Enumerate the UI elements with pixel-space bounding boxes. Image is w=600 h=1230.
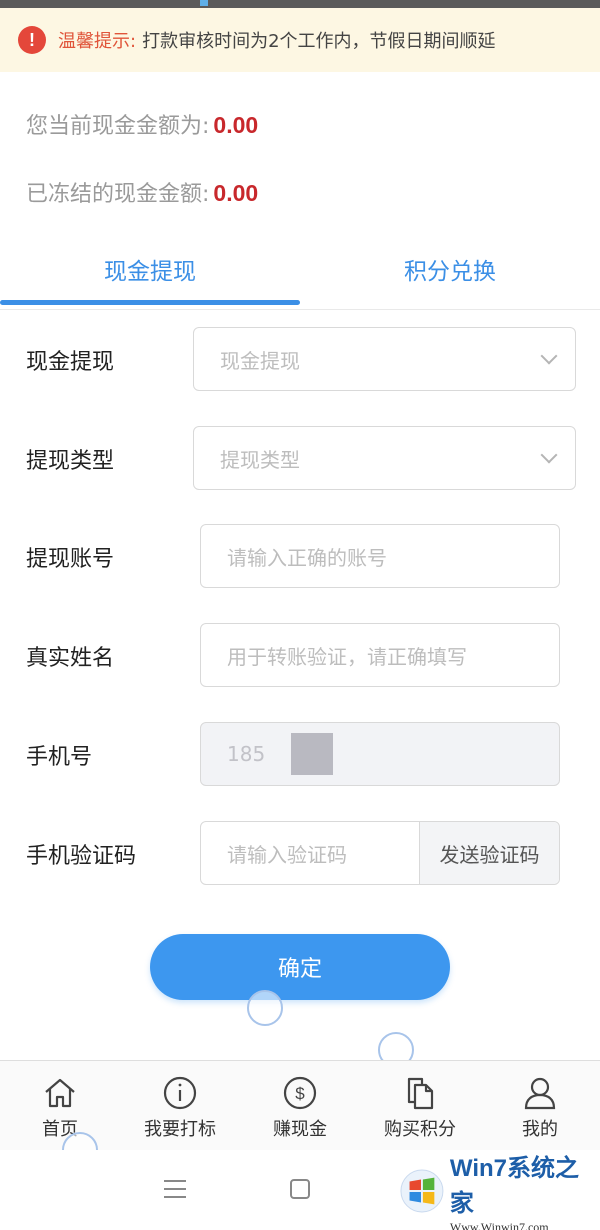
- code-label: 手机验证码: [26, 844, 137, 869]
- current-balance-value: 0.00: [213, 112, 259, 138]
- account-input[interactable]: 请输入正确的账号: [200, 524, 560, 588]
- active-tab-indicator: [0, 300, 300, 305]
- tab-bar: 现金提现 积分兑换: [0, 232, 600, 310]
- withdraw-method-select[interactable]: 现金提现: [193, 327, 576, 391]
- notice-text: 打款审核时间为2个工作内，节假日期间顺延: [142, 31, 496, 52]
- dollar-icon: $: [283, 1076, 317, 1110]
- real-name-label: 真实姓名: [26, 646, 115, 671]
- real-name-input[interactable]: 用于转账验证，请正确填写: [200, 623, 560, 687]
- nav-item-tagging[interactable]: 我要打标: [120, 1061, 240, 1150]
- nav-item-earn-cash[interactable]: $ 赚现金: [240, 1061, 360, 1150]
- withdraw-type-placeholder: 提现类型: [220, 447, 300, 472]
- nav-item-buy-points[interactable]: 购买积分: [360, 1061, 480, 1150]
- nav-item-mine[interactable]: 我的: [480, 1061, 600, 1150]
- send-code-button[interactable]: 发送验证码: [419, 822, 559, 884]
- confirm-button[interactable]: 确定: [150, 934, 450, 1000]
- documents-icon: [407, 1077, 434, 1110]
- svg-text:$: $: [295, 1084, 305, 1103]
- frozen-balance-row: 已冻结的现金金额: 0.00: [26, 176, 258, 208]
- home-square-icon[interactable]: [290, 1179, 310, 1199]
- withdraw-method-placeholder: 现金提现: [220, 348, 300, 373]
- nav-item-home[interactable]: 首页: [0, 1061, 120, 1150]
- windows-logo-icon: [400, 1169, 444, 1213]
- chevron-down-icon: [540, 347, 558, 365]
- current-balance-row: 您当前现金金额为: 0.00: [26, 108, 258, 140]
- system-nav-bar: Win7系统之家 Www.Winwin7.com: [0, 1150, 600, 1230]
- notice-banner: ! 温馨提示: 打款审核时间为2个工作内，节假日期间顺延: [0, 8, 600, 72]
- watermark-url: Www.Winwin7.com: [449, 1219, 549, 1230]
- status-bar: [0, 0, 600, 8]
- menu-icon[interactable]: [164, 1180, 186, 1198]
- phone-input: 185: [200, 722, 560, 786]
- status-indicator-icon: [200, 0, 208, 6]
- frozen-balance-value: 0.00: [213, 180, 259, 206]
- phone-label: 手机号: [26, 745, 93, 770]
- withdraw-method-label: 现金提现: [26, 350, 115, 375]
- phone-value: 185: [227, 742, 266, 766]
- real-name-placeholder: 用于转账验证，请正确填写: [227, 644, 467, 669]
- tab-cash-withdraw[interactable]: 现金提现: [0, 232, 300, 306]
- nav-label-earn-cash: 赚现金: [273, 1119, 327, 1140]
- watermark-title: Win7系统之家: [449, 1154, 580, 1217]
- withdraw-page: ! 温馨提示: 打款审核时间为2个工作内，节假日期间顺延 您当前现金金额为: 0…: [0, 0, 600, 1230]
- touch-indicator: [247, 990, 283, 1026]
- watermark-text: Win7系统之家 Www.Winwin7.com: [450, 1148, 596, 1230]
- watermark: Win7系统之家 Www.Winwin7.com: [400, 1155, 596, 1230]
- code-placeholder: 请输入验证码: [227, 842, 347, 867]
- home-icon: [45, 1078, 75, 1108]
- nav-label-buy-points: 购买积分: [384, 1119, 456, 1140]
- chevron-down-icon: [540, 446, 558, 464]
- code-input[interactable]: 请输入验证码 发送验证码: [200, 821, 560, 885]
- nav-label-tagging: 我要打标: [144, 1119, 216, 1140]
- frozen-balance-label: 已冻结的现金金额:: [26, 182, 210, 207]
- current-balance-label: 您当前现金金额为:: [26, 114, 210, 139]
- exclamation-icon: !: [18, 26, 46, 54]
- user-icon: [524, 1077, 556, 1110]
- nav-label-mine: 我的: [522, 1119, 558, 1140]
- notice-label: 温馨提示:: [58, 31, 137, 52]
- tab-points-exchange[interactable]: 积分兑换: [300, 232, 600, 306]
- account-label: 提现账号: [26, 547, 115, 572]
- info-icon: [163, 1076, 197, 1110]
- withdraw-type-label: 提现类型: [26, 449, 115, 474]
- withdraw-type-select[interactable]: 提现类型: [193, 426, 576, 490]
- privacy-mask: [291, 733, 333, 775]
- account-placeholder: 请输入正确的账号: [227, 545, 387, 570]
